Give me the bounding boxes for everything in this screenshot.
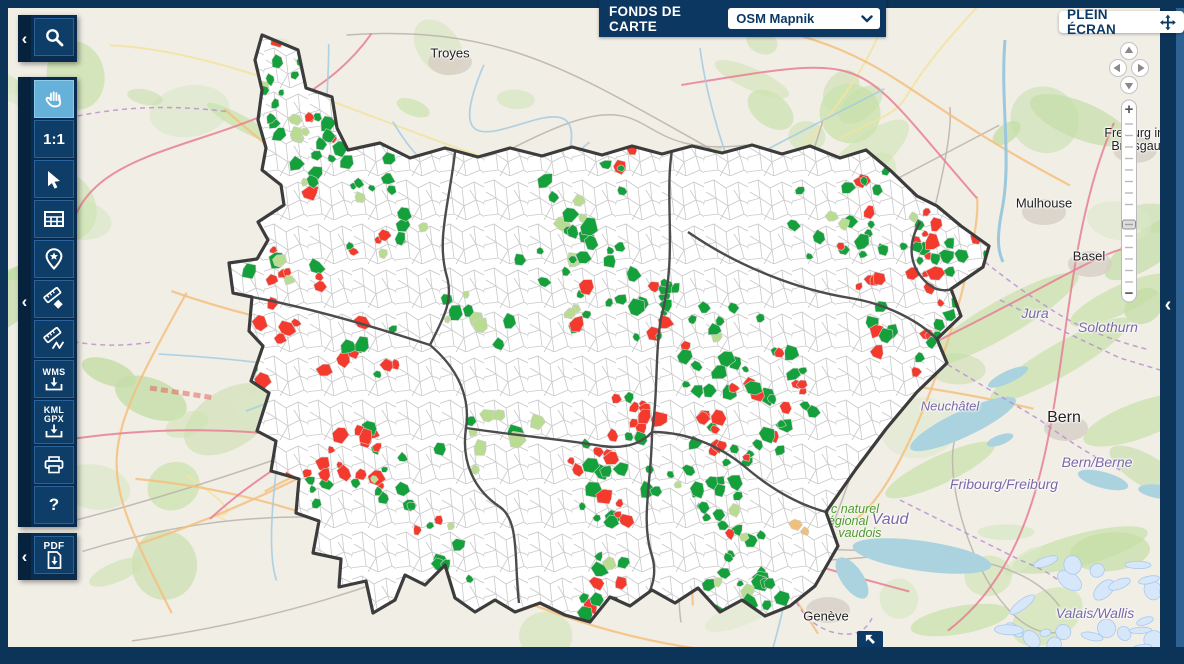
gpx-label: GPX [44,415,64,424]
toolbar-search-group: ‹ [18,15,77,62]
map-panzoom-control[interactable]: + − [1108,38,1156,310]
fullscreen-button-label: PLEIN ÉCRAN [1067,7,1154,37]
pan-tool-button[interactable] [34,80,74,118]
basemap-select-value: OSM Mapnik [736,11,814,26]
ruler-path-icon [42,327,66,351]
poi-tool-button[interactable] [34,240,74,278]
chevron-down-icon [861,15,873,23]
toolbar-collapse-chevron-icon[interactable]: ‹ [18,15,31,62]
arrow-up-left-icon [863,632,877,646]
window-frame-bottom [0,647,1184,664]
cursor-icon [45,170,63,189]
ruler-area-icon [42,287,66,311]
basemap-bar-label: FONDS DE CARTE [609,4,728,34]
toolbar-tools-group: ‹ 1:1 [18,77,77,527]
bottom-panel-toggle-button[interactable] [857,631,883,647]
basemap-select[interactable]: OSM Mapnik [728,8,880,29]
toolbar-collapse-chevron-icon[interactable]: ‹ [18,533,31,580]
kml-gpx-download-button[interactable]: KML GPX [34,400,74,444]
wms-label: WMS [43,368,66,377]
help-label: ? [49,495,59,515]
right-panel-collapsed[interactable] [1176,8,1184,647]
scale-1-1-button[interactable]: 1:1 [34,120,74,158]
pdf-export-button[interactable]: PDF [34,536,74,574]
help-button[interactable]: ? [34,486,74,524]
table-icon [44,211,64,227]
measure-distance-button[interactable] [34,320,74,358]
zoom-in-button[interactable]: + [1125,101,1134,118]
window-frame-left [0,0,8,664]
download-tray-icon [45,377,63,391]
download-tray-icon [45,424,63,438]
move-arrows-icon [1160,14,1176,31]
basemap-bar: FONDS DE CARTE OSM Mapnik [599,0,886,37]
toolbar-collapse-chevron-icon[interactable]: ‹ [18,77,31,527]
fullscreen-button[interactable]: PLEIN ÉCRAN [1059,11,1184,33]
measure-area-button[interactable] [34,280,74,318]
right-panel-collapse-chevron-icon[interactable]: ‹ [1160,288,1176,322]
print-button[interactable] [34,446,74,484]
wms-download-button[interactable]: WMS [34,360,74,398]
map-pin-star-icon [45,248,63,270]
search-button[interactable] [34,18,74,56]
zoom-slider-track[interactable] [1122,100,1137,302]
pdf-download-icon [47,551,62,569]
window-frame-top [0,0,1184,8]
hand-icon [43,88,65,110]
choropleth-layer[interactable] [0,0,1184,664]
zoom-out-button[interactable]: − [1125,285,1134,302]
printer-icon [44,456,64,474]
scale-1-1-label: 1:1 [43,131,65,148]
attribute-table-button[interactable] [34,200,74,238]
pdf-label: PDF [44,542,65,551]
select-tool-button[interactable] [34,160,74,198]
magnifier-icon [44,27,65,48]
toolbar-pdf-group: ‹ PDF [18,533,77,580]
